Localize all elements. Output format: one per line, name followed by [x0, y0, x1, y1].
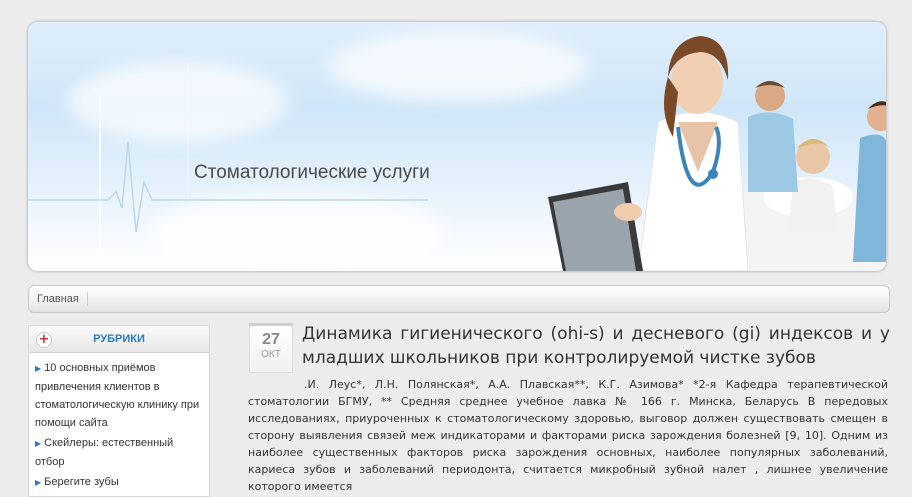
category-list: ▶ 10 основных приёмов привлечения клиенто…: [29, 353, 209, 492]
category-item[interactable]: ▶ Скейлеры: естественный отбор: [35, 434, 205, 471]
plus-icon[interactable]: +: [36, 332, 52, 348]
arrow-right-icon: ▶: [35, 364, 42, 373]
arrow-right-icon: ▶: [35, 439, 42, 448]
heartbeat-graphic: [28, 62, 428, 271]
nav-item-home[interactable]: Главная: [37, 292, 88, 306]
arrow-right-icon: ▶: [35, 478, 42, 487]
category-item[interactable]: ▶ 10 основных приёмов привлечения клиенто…: [35, 359, 205, 432]
widget-header: + РУБРИКИ: [29, 326, 209, 353]
breadcrumb-bar: Главная: [28, 285, 890, 313]
category-item[interactable]: ▶ Берегите зубы: [35, 473, 205, 492]
sidebar-categories-widget: + РУБРИКИ ▶ 10 основных приёмов привлечен…: [28, 325, 210, 497]
site-title[interactable]: Стоматологические услуги: [194, 162, 430, 184]
widget-title: РУБРИКИ: [93, 333, 145, 345]
post-date-day: 27: [262, 331, 280, 348]
post-body: .И. Леус*, Л.Н. Полянская*, А.А. Плавска…: [248, 378, 888, 493]
post-date-month: ОКТ: [261, 349, 281, 360]
post-title[interactable]: Динамика гигиенического (ohi-s) и деснев…: [302, 322, 890, 370]
post-date-badge: 27 ОКТ: [249, 323, 293, 373]
medical-staff-image: [548, 36, 886, 271]
header-banner: Стоматологические услуги: [28, 22, 886, 271]
